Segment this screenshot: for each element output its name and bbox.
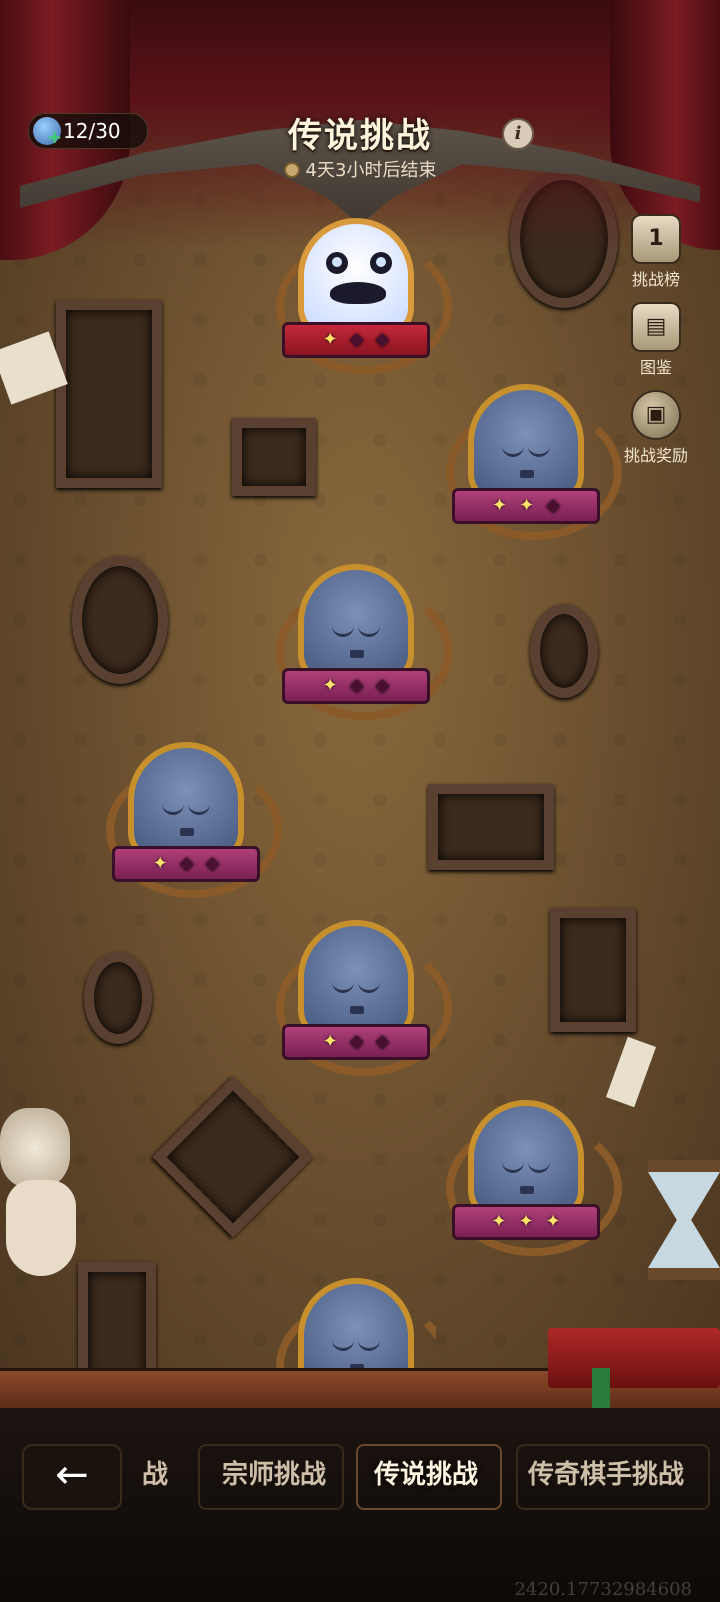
star-ribbon: ✦ ✦ ✦ — [452, 1204, 600, 1240]
stage-node-boss[interactable]: ✦ ◆ ◆ — [276, 218, 452, 378]
star-filled-icon: ✦ — [491, 1211, 507, 1232]
star-empty-icon: ◆ — [349, 1031, 364, 1052]
star-empty-icon: ◆ — [349, 675, 364, 696]
info-button[interactable]: i — [502, 118, 534, 150]
book — [548, 1328, 720, 1424]
back-button[interactable]: ← — [22, 1444, 122, 1510]
tab-legend[interactable]: 传说挑战 — [374, 1444, 478, 1506]
star-filled-icon: ✦ — [322, 329, 338, 350]
stage-node[interactable]: ✦ ◆ ◆ — [276, 564, 452, 724]
star-ribbon: ✦ ◆ ◆ — [282, 322, 430, 358]
locked-portrait — [298, 920, 414, 1040]
star-empty-icon: ◆ — [375, 675, 390, 696]
star-filled-icon: ✦ — [545, 1211, 561, 1232]
locked-portrait — [468, 1100, 584, 1220]
star-ribbon: ✦ ◆ ◆ — [112, 846, 260, 882]
stage-node[interactable]: ✦ ◆ ◆ — [276, 920, 452, 1080]
leaderboard-button[interactable]: 1 挑战榜 — [616, 214, 696, 290]
timer-text: 4天3小时后结束 — [305, 160, 437, 181]
tab-legendary-player[interactable]: 传奇棋手挑战 — [528, 1444, 684, 1506]
picture-frame — [232, 418, 316, 496]
locked-portrait — [468, 384, 584, 504]
leaderboard-icon: 1 — [631, 214, 681, 264]
picture-frame — [84, 952, 152, 1044]
clock-icon — [283, 162, 300, 178]
picture-frame — [72, 556, 168, 684]
star-empty-icon: ◆ — [375, 1031, 390, 1052]
rewards-label: 挑战奖励 — [623, 446, 688, 465]
star-empty-icon: ◆ — [179, 853, 194, 874]
star-filled-icon: ✦ — [491, 495, 508, 516]
star-empty-icon: ◆ — [205, 853, 220, 874]
picture-frame — [530, 604, 598, 698]
star-ribbon: ✦ ✦ ◆ — [452, 488, 600, 524]
collection-label: 图鉴 — [639, 358, 672, 377]
stage-node[interactable]: ✦ ✦ ◆ — [446, 384, 622, 544]
tab-previous-partial[interactable]: 战 — [142, 1444, 168, 1506]
picture-frame — [550, 908, 636, 1032]
stage-node[interactable]: ✦ ✦ ✦ — [446, 1100, 622, 1260]
leaderboard-label: 挑战榜 — [631, 270, 680, 289]
eye-icon — [326, 252, 348, 274]
mustache-icon — [330, 282, 386, 304]
star-filled-icon: ✦ — [519, 495, 535, 516]
book-stack-icon: ▤ — [631, 302, 681, 352]
star-filled-icon: ✦ — [518, 1211, 534, 1232]
star-filled-icon: ✦ — [322, 675, 338, 696]
vase — [6, 1180, 76, 1276]
add-icon: + — [47, 127, 63, 148]
star-filled-icon: ✦ — [152, 853, 168, 874]
star-ribbon: ✦ ◆ ◆ — [282, 1024, 430, 1060]
collection-button[interactable]: ▤ 图鉴 — [616, 302, 696, 378]
version-text: 2420.17732984608 — [514, 1579, 692, 1600]
eye-icon — [370, 252, 392, 274]
tab-grandmaster[interactable]: 宗师挑战 — [222, 1444, 326, 1506]
star-filled-icon: ✦ — [322, 1031, 338, 1052]
boss-portrait — [298, 218, 414, 338]
locked-portrait — [298, 564, 414, 684]
star-ribbon: ✦ ◆ ◆ — [282, 668, 430, 704]
stamina-value: 12/30 — [63, 119, 121, 143]
star-empty-icon: ◆ — [375, 329, 390, 350]
flower-bouquet — [0, 1108, 70, 1188]
stage-node[interactable]: ✦ ◆ ◆ — [106, 742, 282, 902]
event-timer: 4天3小时后结束 — [0, 156, 720, 182]
locked-portrait — [128, 742, 244, 862]
picture-frame — [56, 300, 162, 488]
stage-node[interactable] — [276, 1278, 436, 1370]
picture-frame — [428, 784, 554, 870]
locked-portrait — [298, 1278, 414, 1370]
gift-icon: ▣ — [631, 390, 681, 440]
star-empty-icon: ◆ — [546, 495, 561, 516]
rewards-button[interactable]: ▣ 挑战奖励 — [616, 390, 696, 466]
stamina-counter[interactable]: + 12/30 — [28, 113, 148, 149]
star-empty-icon: ◆ — [349, 329, 364, 350]
